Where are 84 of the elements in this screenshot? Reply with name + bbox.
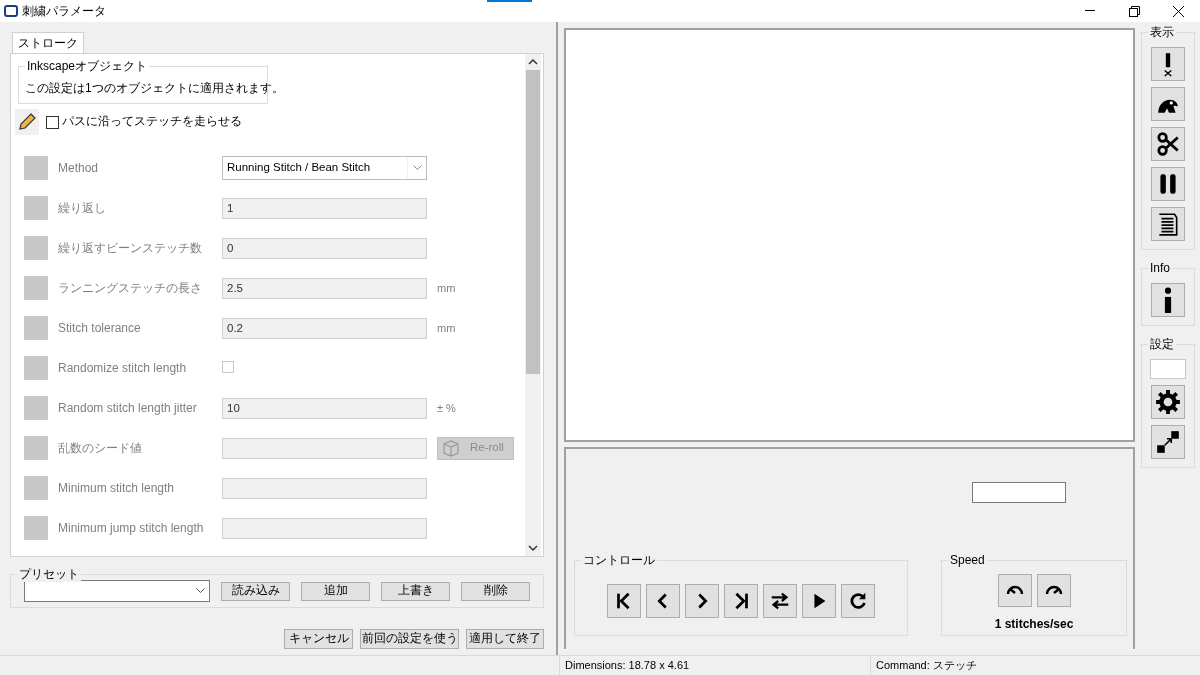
swap-arrows-icon — [769, 590, 791, 612]
param-label: 繰り返すビーンステッチ数 — [58, 240, 203, 257]
caret-icon — [412, 165, 422, 171]
blank-swatch[interactable] — [1150, 359, 1186, 379]
input-field[interactable] — [972, 482, 1066, 503]
checkbox-label: パスに沿ってステッチを走らせる — [62, 114, 242, 130]
slower-button[interactable] — [997, 574, 1032, 607]
param-label: Minimum stitch length — [58, 480, 176, 497]
toolbar-button[interactable] — [1151, 87, 1185, 121]
toolbar-button[interactable] — [1151, 127, 1185, 161]
toggle-square[interactable] — [24, 396, 48, 420]
param-label: Randomize stitch length — [58, 360, 188, 377]
toggle-square[interactable] — [24, 516, 48, 540]
dialog-button[interactable]: 適用して終了 — [466, 629, 544, 649]
caret-icon — [196, 588, 205, 594]
toggle-square[interactable] — [24, 356, 48, 380]
close-icon — [1172, 5, 1184, 17]
dropdown[interactable] — [24, 580, 210, 602]
app-icon — [4, 5, 18, 17]
param-label: Stitch tolerance — [58, 320, 142, 337]
dice-icon — [440, 439, 460, 457]
group-title: 設定 — [1148, 336, 1176, 352]
control-button[interactable] — [685, 584, 719, 618]
toolbar-button[interactable] — [1151, 283, 1185, 317]
control-button[interactable] — [724, 584, 758, 618]
info-icon — [1164, 287, 1172, 313]
control-button[interactable] — [841, 584, 875, 618]
toggle-square[interactable] — [24, 276, 48, 300]
scroll-thumb[interactable] — [526, 70, 540, 374]
control-button[interactable] — [802, 584, 836, 618]
toggle-square[interactable] — [24, 436, 48, 460]
preset-button[interactable]: 上書き — [381, 581, 450, 601]
speedometer-icon — [1044, 585, 1063, 596]
dialog-button[interactable]: キャンセル — [284, 629, 353, 649]
group-title: Inkscapeオブジェクト — [25, 58, 150, 74]
control-button[interactable] — [646, 584, 680, 618]
unit-label: mm — [437, 320, 456, 336]
dropdown[interactable]: Running Stitch / Bean Stitch — [222, 156, 427, 180]
tab-indicator — [487, 0, 532, 2]
toggle-square[interactable] — [24, 156, 48, 180]
group-title: Speed — [948, 552, 987, 568]
group-title: コントロール — [581, 552, 657, 568]
tab[interactable]: ストローク — [12, 32, 84, 53]
group-title: プリセット — [17, 566, 81, 582]
toolbar-button[interactable] — [1151, 425, 1185, 459]
toolbar-button[interactable] — [1151, 385, 1185, 419]
toggle-square[interactable] — [24, 476, 48, 500]
checkbox[interactable] — [46, 115, 59, 129]
group-title: 表示 — [1148, 24, 1176, 40]
toggle-square[interactable] — [24, 196, 48, 220]
resize-icon — [1155, 429, 1181, 455]
settings-icon — [1155, 389, 1181, 415]
control-button[interactable] — [763, 584, 797, 618]
status-text: Dimensions: 18.78 x 4.61 — [560, 656, 871, 675]
control-button[interactable] — [607, 584, 641, 618]
restore-icon — [1128, 5, 1140, 17]
toolbar-button[interactable] — [1151, 207, 1185, 241]
toggle-square[interactable] — [24, 236, 48, 260]
status-text: Command: ステッチ — [875, 658, 977, 674]
unit-label: ± % — [437, 400, 456, 416]
param-label: ランニングステッチの長さ — [58, 280, 203, 297]
faster-button[interactable] — [1036, 574, 1071, 607]
window-title: 刺繍パラメータ — [22, 3, 106, 20]
toolbar-button[interactable] — [1151, 47, 1185, 81]
minimize-icon — [1085, 10, 1095, 12]
pencil-button[interactable] — [15, 109, 39, 135]
param-label: Random stitch length jitter — [58, 400, 198, 417]
toggle-square[interactable] — [24, 316, 48, 340]
preset-button[interactable]: 読み込み — [221, 581, 290, 601]
scrollbar[interactable] — [525, 54, 541, 556]
preset-button[interactable]: 追加 — [301, 581, 370, 601]
param-label: Minimum jump stitch length — [58, 520, 205, 537]
pencil-icon — [18, 113, 36, 131]
info-text: この設定は1つのオブジェクトに適用されます。 — [25, 80, 284, 97]
speedometer-icon — [1005, 585, 1024, 596]
param-label: 乱数のシード値 — [58, 440, 143, 457]
param-label: 繰り返し — [58, 200, 107, 217]
preset-button[interactable]: 削除 — [461, 581, 530, 601]
toolbar-button[interactable] — [1151, 167, 1185, 201]
scissors-icon — [1155, 131, 1181, 157]
param-label: Method — [58, 160, 100, 177]
speed-reading: 1 stitches/sec — [994, 616, 1074, 633]
dialog-button[interactable]: 前回の設定を使う — [360, 629, 459, 649]
unit-label: mm — [437, 280, 456, 296]
